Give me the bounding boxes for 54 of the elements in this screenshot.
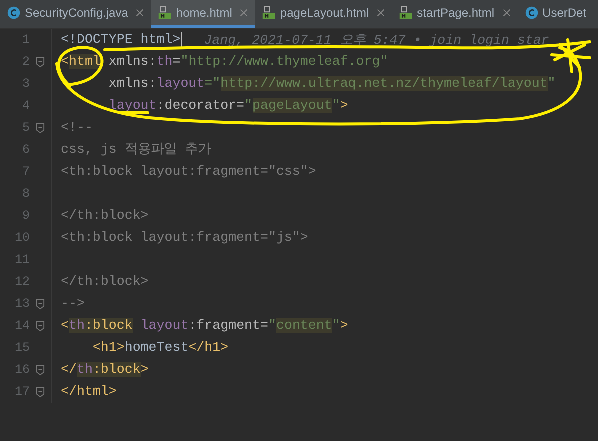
fold-icon[interactable] — [36, 298, 45, 310]
line-number: 15 — [14, 341, 30, 355]
html-file-icon — [262, 6, 276, 20]
text-cursor — [180, 32, 182, 48]
line-number: 13 — [14, 297, 30, 311]
code-line: <th:block layout:fragment="css"> — [61, 163, 316, 181]
line-number: 14 — [14, 319, 30, 333]
line-number: 6 — [21, 143, 30, 157]
line-number: 3 — [21, 77, 30, 91]
line-number: 16 — [14, 363, 30, 377]
line-number: 10 — [14, 231, 30, 245]
editor-tab[interactable]: SecurityConfig.java — [0, 0, 152, 28]
line-number: 8 — [21, 187, 30, 201]
close-icon[interactable] — [377, 8, 386, 16]
line-number: 1 — [21, 33, 30, 47]
html-file-icon — [399, 6, 414, 20]
fold-icon[interactable] — [36, 320, 45, 332]
code-line: css, js 적용파일 추가 — [61, 141, 211, 159]
fold-icon[interactable] — [36, 386, 45, 398]
close-icon[interactable] — [136, 8, 144, 16]
line-number: 4 — [21, 99, 30, 113]
html-file-icon — [158, 6, 172, 20]
code-line: <th:block layout:fragment="js"> — [61, 229, 308, 247]
fold-icon[interactable] — [36, 364, 45, 376]
fold-icon[interactable] — [36, 56, 45, 68]
code-line: </th:block> — [61, 361, 149, 379]
class-file-icon — [7, 6, 21, 20]
editor-tab[interactable]: UserDet — [518, 0, 594, 28]
code-line: <th:block layout:fragment="content"> — [61, 317, 348, 335]
editor-tab[interactable]: pageLayout.html — [255, 0, 392, 28]
code-line: </th:block> — [61, 207, 149, 225]
editor-tab[interactable]: startPage.html — [392, 0, 518, 28]
code-line: </html> — [61, 383, 117, 401]
code-line: <html xmlns:th="http://www.thymeleaf.org" — [61, 53, 388, 71]
line-number: 7 — [21, 165, 30, 179]
line-number: 5 — [21, 121, 30, 135]
class-file-icon — [524, 6, 539, 20]
code-line: <h1>homeTest</h1> — [92, 339, 229, 357]
close-icon[interactable] — [240, 8, 248, 16]
code-line: <!DOCTYPE html> — [61, 31, 181, 49]
blame-annotation: Jang, 2021-07-11 오후 5:47 • join login star — [204, 32, 550, 49]
code-line: xmlns:layout="http://www.ultraq.net.nz/thymeleaf/layout" — [108, 75, 556, 93]
line-number: 17 — [14, 385, 30, 399]
line-number: 2 — [21, 55, 30, 69]
code-line: layout:decorator="pageLayout"> — [108, 97, 348, 115]
fold-icon[interactable] — [36, 122, 45, 134]
close-icon[interactable] — [502, 8, 511, 16]
editor-tab[interactable]: home.html — [151, 0, 256, 28]
line-number: 9 — [21, 209, 30, 223]
line-number: 11 — [14, 253, 30, 267]
code-line: --> — [61, 295, 85, 313]
code-line: <!-- — [61, 119, 93, 137]
line-number: 12 — [14, 275, 30, 289]
code-line: </th:block> — [61, 273, 149, 291]
